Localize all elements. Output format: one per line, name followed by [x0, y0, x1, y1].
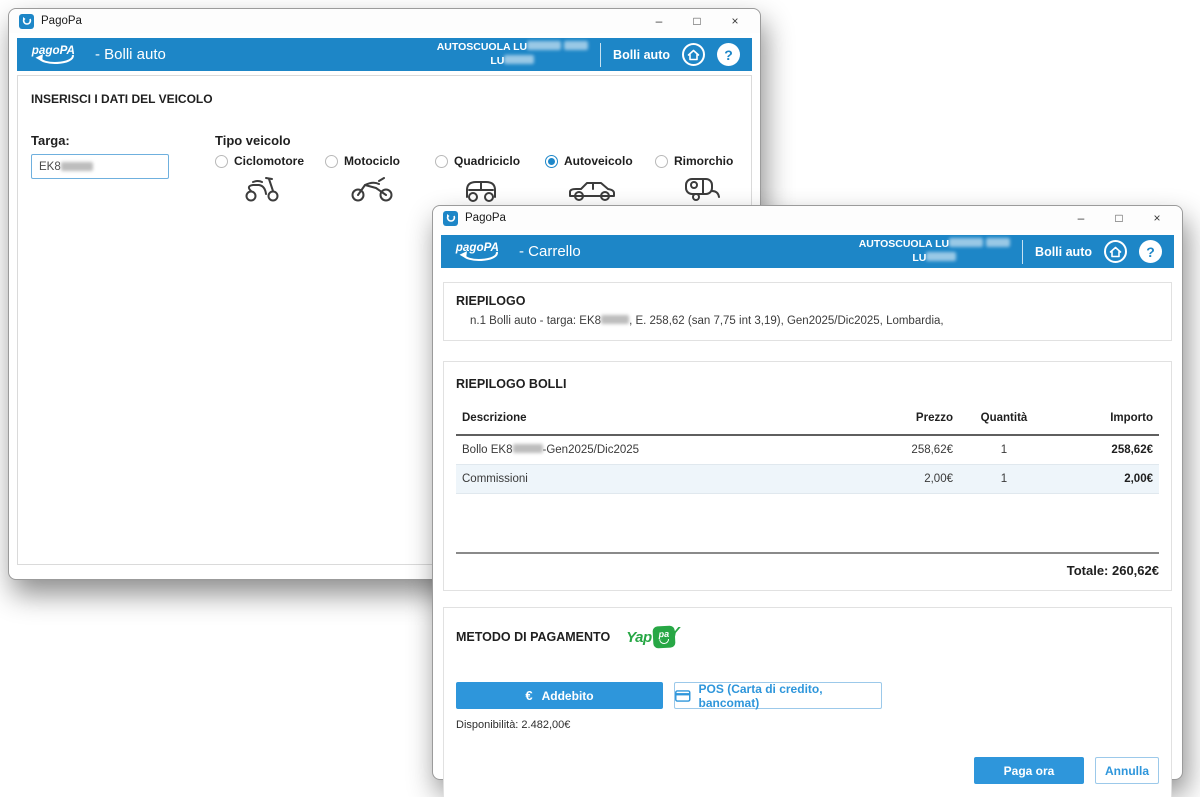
- vehicle-type-autoveicolo[interactable]: Autoveicolo: [545, 154, 638, 203]
- radio-button[interactable]: [545, 155, 558, 168]
- minimize-icon[interactable]: –: [640, 10, 678, 32]
- col-descrizione: Descrizione: [456, 404, 849, 435]
- titlebar[interactable]: PagoPa – □ ×: [9, 9, 760, 33]
- app-header: pagoPA - Carrello AUTOSCUOLA LU LU Bolli…: [441, 235, 1174, 268]
- pagopa-logo: pagoPA: [453, 238, 509, 266]
- radio-button[interactable]: [215, 155, 228, 168]
- totale-divider: [456, 552, 1159, 554]
- header-divider: [1022, 240, 1023, 264]
- vehicle-type-rimorchio[interactable]: Rimorchio: [655, 154, 748, 203]
- window-title: PagoPa: [465, 212, 506, 224]
- cell-importo: 258,62€: [1049, 435, 1159, 465]
- euro-icon: €: [525, 688, 532, 703]
- bolli-table: Descrizione Prezzo Quantità Importo Boll…: [456, 404, 1159, 494]
- riepilogo-bolli-title: RIEPILOGO BOLLI: [456, 377, 1159, 391]
- svg-text:pagoPA: pagoPA: [455, 241, 499, 254]
- pos-button[interactable]: POS (Carta di credito, bancomat): [674, 682, 882, 709]
- pagamento-title: METODO DI PAGAMENTO: [456, 630, 610, 644]
- riepilogo-panel: RIEPILOGO n.1 Bolli auto - targa: EK8, E…: [443, 282, 1172, 341]
- targa-input[interactable]: EK8: [31, 154, 169, 179]
- table-row: Bollo EK8-Gen2025/Dic2025 258,62€ 1 258,…: [456, 435, 1159, 465]
- nav-bolli-auto[interactable]: Bolli auto: [613, 48, 670, 62]
- cell-importo: 2,00€: [1049, 465, 1159, 494]
- cell-prezzo: 258,62€: [849, 435, 959, 465]
- home-icon[interactable]: [1104, 240, 1127, 263]
- home-icon[interactable]: [682, 43, 705, 66]
- motorcycle-icon: [325, 171, 418, 203]
- annulla-button[interactable]: Annulla: [1095, 757, 1159, 784]
- maximize-icon[interactable]: □: [678, 10, 716, 32]
- window-title: PagoPa: [41, 15, 82, 27]
- credit-card-icon: [675, 690, 691, 702]
- col-prezzo: Prezzo: [849, 404, 959, 435]
- help-icon[interactable]: ?: [717, 43, 740, 66]
- radio-button[interactable]: [435, 155, 448, 168]
- nav-bolli-auto[interactable]: Bolli auto: [1035, 245, 1092, 259]
- pagamento-panel: METODO DI PAGAMENTO Yap pa Y € Addebito: [443, 607, 1172, 797]
- minimize-icon[interactable]: –: [1062, 207, 1100, 229]
- vehicle-type-group: Tipo veicolo Ciclomotore: [215, 133, 748, 203]
- app-icon: [19, 14, 34, 29]
- help-icon[interactable]: ?: [1139, 240, 1162, 263]
- riepilogo-summary: n.1 Bolli auto - targa: EK8, E. 258,62 (…: [470, 315, 1159, 327]
- app-header: pagoPA - Bolli auto AUTOSCUOLA LU LU Bol…: [17, 38, 752, 71]
- tipo-veicolo-label: Tipo veicolo: [215, 133, 748, 148]
- addebito-button[interactable]: € Addebito: [456, 682, 663, 709]
- vehicle-type-motociclo[interactable]: Motociclo: [325, 154, 418, 203]
- cell-descrizione: Bollo EK8-Gen2025/Dic2025: [456, 435, 849, 465]
- targa-label: Targa:: [31, 133, 169, 148]
- desktop: PagoPa – □ × pagoPA - Bolli auto AUTOSCU…: [0, 0, 1200, 797]
- cell-prezzo: 2,00€: [849, 465, 959, 494]
- table-row: Commissioni 2,00€ 1 2,00€: [456, 465, 1159, 494]
- organization-name: AUTOSCUOLA LU LU: [859, 238, 1010, 265]
- riepilogo-title: RIEPILOGO: [456, 294, 1159, 308]
- disponibilita-text: Disponibilità: 2.482,00€: [456, 719, 1159, 731]
- pagopa-logo: pagoPA: [29, 41, 85, 69]
- window-carrello: PagoPa – □ × pagoPA - Carrello AUTOSCUOL…: [432, 205, 1183, 780]
- scooter-icon: [215, 171, 308, 203]
- radio-button[interactable]: [325, 155, 338, 168]
- cell-quantita: 1: [959, 465, 1049, 494]
- close-icon[interactable]: ×: [1138, 207, 1176, 229]
- form-section-title: INSERISCI I DATI DEL VEICOLO: [31, 92, 751, 106]
- small-car-icon: [435, 171, 528, 203]
- maximize-icon[interactable]: □: [1100, 207, 1138, 229]
- col-importo: Importo: [1049, 404, 1159, 435]
- car-icon: [545, 171, 638, 203]
- vehicle-type-ciclomotore[interactable]: Ciclomotore: [215, 154, 308, 203]
- page-title: - Carrello: [519, 243, 581, 260]
- organization-name: AUTOSCUOLA LU LU: [437, 41, 588, 68]
- riepilogo-bolli-panel: RIEPILOGO BOLLI Descrizione Prezzo Quant…: [443, 361, 1172, 591]
- radio-button[interactable]: [655, 155, 668, 168]
- paga-ora-button[interactable]: Paga ora: [974, 757, 1084, 784]
- cell-quantita: 1: [959, 435, 1049, 465]
- cell-descrizione: Commissioni: [456, 465, 849, 494]
- totale-value: Totale: 260,62€: [456, 563, 1159, 578]
- table-header-row: Descrizione Prezzo Quantità Importo: [456, 404, 1159, 435]
- trailer-icon: [655, 171, 748, 203]
- yappay-logo: Yap pa Y: [626, 622, 679, 652]
- page-title: - Bolli auto: [95, 46, 166, 63]
- col-quantita: Quantità: [959, 404, 1049, 435]
- targa-field-group: Targa: EK8: [31, 133, 169, 203]
- close-icon[interactable]: ×: [716, 10, 754, 32]
- vehicle-type-quadriciclo[interactable]: Quadriciclo: [435, 154, 528, 203]
- app-icon: [443, 211, 458, 226]
- titlebar[interactable]: PagoPa – □ ×: [433, 206, 1182, 230]
- svg-text:pagoPA: pagoPA: [31, 44, 75, 57]
- header-divider: [600, 43, 601, 67]
